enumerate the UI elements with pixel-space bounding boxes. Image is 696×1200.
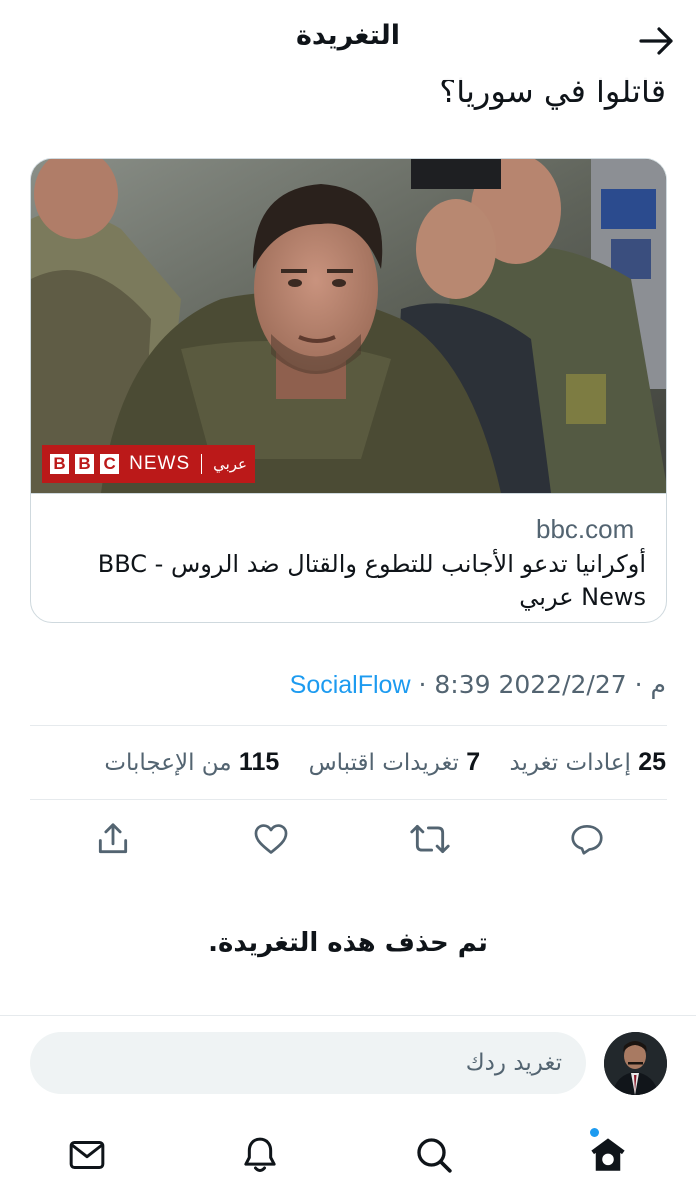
avatar[interactable]	[604, 1032, 667, 1095]
nav-notifications[interactable]	[230, 1125, 290, 1185]
link-card[interactable]: B B C NEWS عربي bbc.com أوكرانيا تدعو ال…	[30, 158, 667, 623]
bbc-badge: B B C NEWS عربي	[42, 445, 255, 483]
source-link[interactable]: SocialFlow	[290, 671, 411, 699]
heart-icon	[254, 824, 288, 854]
badge-separator	[201, 454, 203, 474]
retweet-icon	[410, 824, 450, 854]
home-icon	[591, 1138, 625, 1171]
retweet-button[interactable]	[406, 815, 454, 863]
tweet-timestamp: SocialFlow · 8:39 م · 2022/2/27	[290, 670, 666, 700]
bbc-letter: B	[50, 454, 70, 474]
separator: ·	[634, 670, 643, 699]
divider	[30, 725, 667, 726]
bbc-letter: B	[75, 454, 95, 474]
reply-input[interactable]: تغريد ردك	[30, 1032, 586, 1094]
retweets-label: إعادات تغريد	[509, 750, 631, 776]
like-button[interactable]	[247, 815, 295, 863]
nav-search[interactable]	[404, 1125, 464, 1185]
quotes-stat[interactable]: 7 تغريدات اقتباس	[308, 748, 481, 776]
share-icon	[98, 823, 128, 854]
tweet-stats: 25 إعادات تغريد 7 تغريدات اقتباس 115 من …	[104, 748, 666, 777]
nav-home[interactable]	[578, 1125, 638, 1185]
card-title: أوكرانيا تدعو الأجانب للتطوع والقتال ضد …	[97, 550, 646, 611]
page-title: التغريدة	[295, 20, 401, 51]
deleted-notice: تم حذف هذه التغريدة.	[208, 928, 488, 958]
bell-icon	[244, 1137, 276, 1172]
notification-dot	[590, 1128, 599, 1137]
reply-button[interactable]	[563, 815, 611, 863]
card-meta[interactable]: bbc.com أوكرانيا تدعو الأجانب للتطوع وال…	[31, 493, 666, 622]
card-domain: bbc.com	[536, 514, 635, 544]
arrow-right-icon	[639, 27, 673, 55]
mail-icon	[69, 1141, 105, 1169]
bbc-letter: C	[100, 454, 120, 474]
avatar-image	[604, 1032, 667, 1095]
share-button[interactable]	[89, 815, 137, 863]
reply-icon	[571, 824, 603, 855]
back-button[interactable]	[636, 20, 678, 62]
news-photo	[31, 159, 666, 493]
divider	[0, 1015, 696, 1016]
quotes-count: 7	[466, 748, 481, 776]
bbc-arabic-text: عربي	[213, 455, 247, 473]
tweet-date: 2022/2/27	[498, 670, 627, 699]
bbc-news-text: NEWS	[129, 453, 191, 474]
divider	[30, 799, 667, 800]
likes-count: 115	[238, 748, 280, 776]
separator: ·	[418, 670, 427, 699]
retweets-stat[interactable]: 25 إعادات تغريد	[509, 748, 666, 776]
nav-messages[interactable]	[57, 1125, 117, 1185]
top-bar: التغريدة	[0, 0, 696, 80]
quotes-label: تغريدات اقتباس	[308, 750, 459, 776]
search-icon	[417, 1138, 452, 1173]
card-image[interactable]: B B C NEWS عربي	[31, 159, 666, 493]
likes-label: من الإعجابات	[104, 750, 232, 776]
retweets-count: 25	[638, 748, 666, 776]
likes-stat[interactable]: 115 من الإعجابات	[104, 748, 280, 776]
